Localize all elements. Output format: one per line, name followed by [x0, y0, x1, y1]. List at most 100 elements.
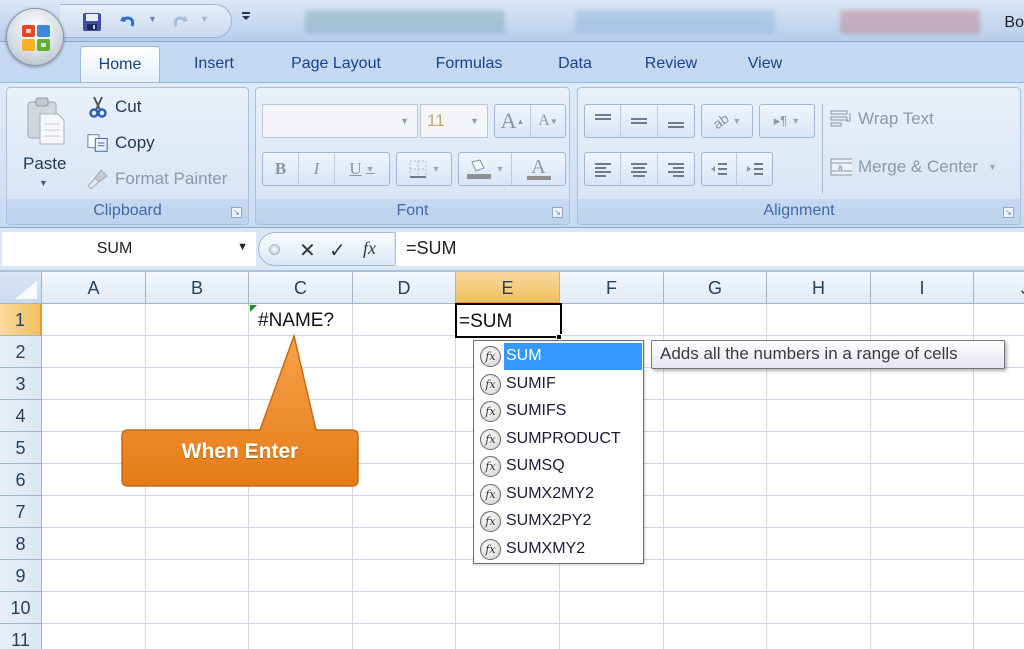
autocomplete-item[interactable]: fx SUMX2MY2	[480, 481, 642, 508]
redo-dropdown-icon[interactable]: ▼	[200, 14, 209, 24]
column-header-g[interactable]: G	[664, 272, 767, 304]
function-icon: fx	[480, 483, 501, 505]
row-header-8[interactable]: 8	[0, 528, 42, 560]
row-header-7[interactable]: 7	[0, 496, 42, 528]
undo-icon[interactable]	[118, 12, 138, 32]
alignment-launcher-icon[interactable]: ↘	[1003, 207, 1014, 218]
bold-button[interactable]: B	[263, 153, 299, 185]
shrink-font-button[interactable]: A ▼	[531, 105, 565, 137]
row-header-2[interactable]: 2	[0, 336, 42, 368]
tab-insert[interactable]: Insert	[178, 46, 250, 84]
column-header-c[interactable]: C	[249, 272, 353, 304]
formula-input[interactable]: =SUM	[395, 232, 1024, 266]
tab-home[interactable]: Home	[80, 46, 160, 84]
function-tooltip: Adds all the numbers in a range of cells	[651, 340, 1005, 369]
font-name-combo[interactable]: ▼	[262, 104, 418, 138]
font-group: ▼ 11 ▼ A ▲ A ▼ B I U ▼ ▼ ▼ A Font ↘	[255, 87, 570, 225]
row-header-6[interactable]: 6	[0, 464, 42, 496]
align-middle-button[interactable]	[621, 105, 658, 137]
check-icon[interactable]: ✓	[329, 238, 346, 263]
column-header-h[interactable]: H	[767, 272, 871, 304]
copy-label: Copy	[115, 133, 155, 152]
undo-dropdown-icon[interactable]: ▼	[148, 14, 157, 24]
autocomplete-item[interactable]: fx SUM	[480, 343, 642, 370]
paste-dropdown-icon[interactable]: ▼	[39, 178, 48, 188]
text-orientation-icon: ab ▼	[709, 109, 742, 133]
column-header-e[interactable]: E	[456, 272, 560, 304]
merge-center-button[interactable]: a Merge & Center ▼	[830, 156, 997, 178]
wrap-text-button[interactable]: Wrap Text	[830, 108, 934, 130]
paste-label: Paste	[23, 154, 67, 173]
column-header-i[interactable]: I	[871, 272, 974, 304]
cell-c1[interactable]: #NAME?	[258, 310, 334, 332]
orientation-button[interactable]: ab ▼	[701, 104, 753, 138]
column-header-j[interactable]: J	[974, 272, 1024, 304]
fill-color-button[interactable]: ▼	[459, 153, 513, 185]
column-header-d[interactable]: D	[353, 272, 456, 304]
font-color-button[interactable]: A	[512, 153, 565, 185]
column-header-a[interactable]: A	[42, 272, 146, 304]
font-launcher-icon[interactable]: ↘	[552, 207, 563, 218]
align-right-button[interactable]	[658, 153, 694, 185]
row-header-9[interactable]: 9	[0, 560, 42, 592]
paste-button[interactable]: Paste ▼	[17, 94, 77, 190]
borders-button[interactable]: ▼	[396, 152, 452, 186]
format-painter-button[interactable]: Format Painter	[87, 168, 227, 190]
copy-button[interactable]: Copy	[87, 132, 155, 154]
align-center-button[interactable]	[621, 153, 658, 185]
row-header-11[interactable]: 11	[0, 624, 42, 649]
chevron-down-icon[interactable]: ▼	[988, 162, 997, 172]
row-header-5[interactable]: 5	[0, 432, 42, 464]
autocomplete-item[interactable]: fx SUMIF	[480, 371, 642, 398]
customize-qat-icon[interactable]	[240, 10, 252, 25]
cut-button[interactable]: Cut	[87, 96, 141, 118]
office-button[interactable]	[6, 8, 64, 66]
italic-button[interactable]: I	[299, 153, 335, 185]
tab-data[interactable]: Data	[544, 46, 606, 84]
text-direction-button[interactable]: ▸¶ ▼	[759, 104, 815, 138]
name-box[interactable]: SUM ▼	[2, 232, 256, 266]
ribbon: Paste ▼ Cut Copy Format Painter Clipboar…	[0, 82, 1024, 228]
tab-page-layout[interactable]: Page Layout	[276, 46, 396, 84]
grow-font-button[interactable]: A ▲	[495, 105, 531, 137]
font-size-combo[interactable]: 11 ▼	[420, 104, 488, 138]
function-autocomplete-list: fx SUM fx SUMIF fx SUMIFS fx SUMPRODUCT fx SUMSQ f…	[473, 340, 644, 564]
align-bottom-button[interactable]	[658, 105, 694, 137]
function-icon: fx	[480, 511, 501, 532]
column-header-b[interactable]: B	[146, 272, 249, 304]
autocomplete-item[interactable]: fx SUMSQ	[480, 453, 642, 480]
insert-function-icon[interactable]: fx	[363, 238, 376, 259]
align-left-button[interactable]	[585, 153, 622, 185]
align-top-button[interactable]	[585, 105, 622, 137]
chevron-down-icon[interactable]: ▼	[237, 241, 248, 253]
autocomplete-item[interactable]: fx SUMIFS	[480, 398, 642, 425]
paint-bucket-icon	[466, 159, 491, 179]
column-header-f[interactable]: F	[560, 272, 664, 304]
tab-formulas[interactable]: Formulas	[420, 46, 518, 84]
autocomplete-item-label: SUMX2PY2	[506, 512, 592, 529]
save-icon[interactable]	[82, 12, 102, 32]
select-all-button[interactable]	[0, 272, 42, 304]
decrease-indent-button[interactable]	[702, 153, 738, 185]
autocomplete-item[interactable]: fx SUMXMY2	[480, 536, 642, 563]
autocomplete-item[interactable]: fx SUMX2PY2	[480, 508, 642, 535]
autocomplete-item[interactable]: fx SUMPRODUCT	[480, 426, 642, 453]
gridline	[42, 623, 1024, 624]
function-icon: fx	[480, 428, 501, 450]
increase-indent-button[interactable]	[737, 153, 772, 185]
font-grow-shrink-group: A ▲ A ▼	[494, 104, 566, 138]
active-cell-e1[interactable]: =SUM	[455, 303, 562, 338]
autocomplete-item-label: SUMX2MY2	[506, 484, 595, 502]
row-header-3[interactable]: 3	[0, 368, 42, 400]
tab-review[interactable]: Review	[630, 46, 712, 84]
row-header-1[interactable]: 1	[0, 304, 42, 336]
underline-button[interactable]: U ▼	[335, 153, 389, 185]
redo-icon[interactable]	[170, 12, 190, 32]
clipboard-launcher-icon[interactable]: ↘	[231, 207, 242, 218]
cancel-icon[interactable]: ✕	[299, 238, 316, 263]
row-header-4[interactable]: 4	[0, 400, 42, 432]
clipboard-group-label: Clipboard	[7, 199, 248, 224]
tab-view[interactable]: View	[734, 46, 796, 84]
row-header-10[interactable]: 10	[0, 592, 42, 624]
splitter-handle[interactable]	[269, 244, 280, 255]
